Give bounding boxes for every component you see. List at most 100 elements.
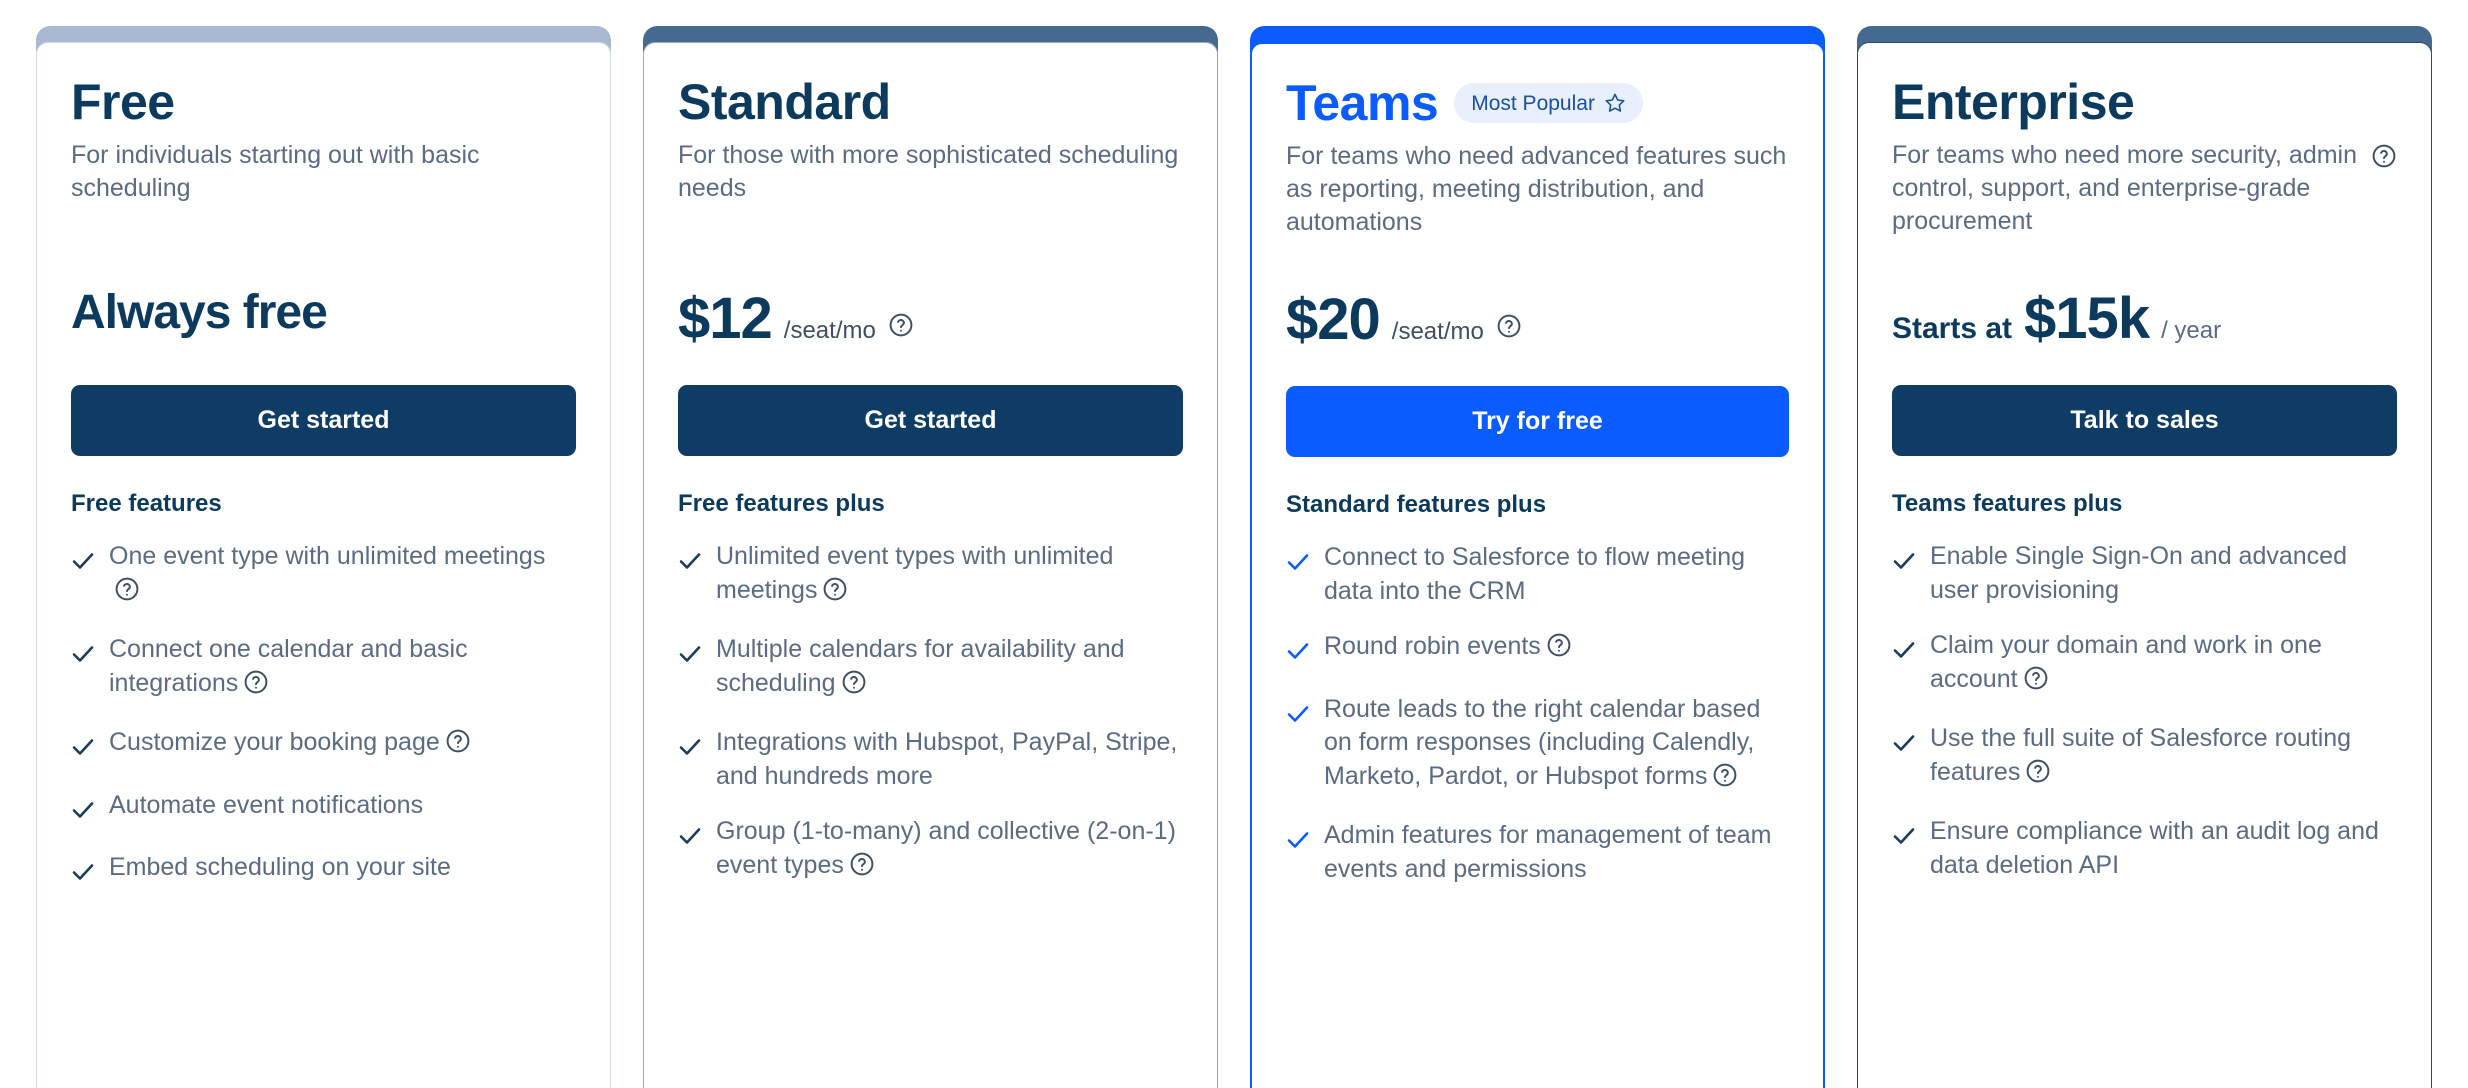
plan-price: $12/seat/mo	[678, 285, 1183, 355]
plan-description: For teams who need advanced features suc…	[1286, 140, 1789, 244]
features-list: One event type with unlimited meetings Co…	[71, 540, 576, 892]
help-circle-icon[interactable]	[445, 728, 471, 764]
help-circle-icon[interactable]	[1712, 762, 1738, 798]
help-circle-icon[interactable]	[114, 576, 140, 612]
feature-item: One event type with unlimited meetings	[71, 540, 576, 611]
feature-item: Multiple calendars for availability and …	[678, 633, 1183, 704]
price-unit: / year	[2161, 317, 2222, 344]
check-icon	[678, 547, 702, 581]
help-circle-icon[interactable]	[1546, 632, 1572, 668]
plan-description: For teams who need more security, admin …	[1892, 139, 2397, 243]
feature-label: One event type with unlimited meetings	[109, 542, 546, 570]
feature-item: Route leads to the right calendar based …	[1286, 693, 1789, 798]
cta-teams-button[interactable]: Try for free	[1286, 386, 1789, 457]
feature-label: Enable Single Sign-On and advanced user …	[1930, 542, 2347, 604]
check-icon	[71, 796, 95, 830]
feature-label: Claim your domain and work in one accoun…	[1930, 631, 2322, 693]
plan-description-text: For teams who need more security, admin …	[1892, 141, 2358, 235]
plan-price: Always free	[71, 285, 576, 355]
price-unit: /seat/mo	[1391, 318, 1484, 345]
check-icon	[1892, 636, 1916, 670]
check-icon	[1892, 547, 1916, 581]
plan-name: Free	[71, 74, 175, 130]
feature-text: Admin features for management of team ev…	[1324, 819, 1789, 886]
help-circle-icon[interactable]	[243, 669, 269, 705]
feature-item: Enable Single Sign-On and advanced user …	[1892, 540, 2397, 607]
plan-name: Standard	[678, 74, 891, 130]
star-icon	[1604, 92, 1626, 114]
help-circle-icon[interactable]	[849, 851, 875, 887]
plan-description-text: For teams who need advanced features suc…	[1286, 142, 1787, 236]
check-icon	[678, 822, 702, 856]
plan-header: Enterprise	[1892, 71, 2397, 133]
price-amount: Always free	[71, 286, 328, 339]
feature-label: Connect one calendar and basic integrati…	[109, 635, 468, 697]
check-icon	[678, 733, 702, 767]
feature-label: Round robin events	[1324, 632, 1541, 660]
cta-free-button[interactable]: Get started	[71, 385, 576, 456]
feature-label: Admin features for management of team ev…	[1324, 821, 1772, 883]
most-popular-badge: Most Popular	[1454, 83, 1643, 123]
plan-description: For those with more sophisticated schedu…	[678, 139, 1183, 243]
feature-text: Connect one calendar and basic integrati…	[109, 633, 576, 704]
feature-text: Integrations with Hubspot, PayPal, Strip…	[716, 726, 1183, 793]
plan-description-text: For those with more sophisticated schedu…	[678, 141, 1179, 202]
price-amount: $20	[1286, 287, 1381, 352]
plan-card-body: Teams Most Popular For teams who need adva…	[1250, 42, 1825, 1088]
price-amount: $12	[678, 286, 773, 351]
features-title: Standard features plus	[1286, 491, 1547, 518]
feature-label: Ensure compliance with an audit log and …	[1930, 817, 2379, 879]
plan-card-body: Free For individuals starting out with ba…	[36, 42, 611, 1088]
pricing-plans-grid: Free For individuals starting out with ba…	[0, 0, 2468, 1088]
feature-label: Customize your booking page	[109, 728, 440, 756]
check-icon	[71, 640, 95, 674]
plan-header: Free	[71, 71, 576, 133]
feature-item: Embed scheduling on your site	[71, 851, 576, 892]
feature-text: Automate event notifications	[109, 789, 576, 823]
features-list: Connect to Salesforce to flow meeting da…	[1286, 541, 1789, 886]
feature-item: Unlimited event types with unlimited mee…	[678, 540, 1183, 611]
plan-description-text: For individuals starting out with basic …	[71, 141, 480, 202]
feature-item: Integrations with Hubspot, PayPal, Strip…	[678, 726, 1183, 793]
feature-text: Route leads to the right calendar based …	[1324, 693, 1789, 798]
features-title: Free features plus	[678, 490, 885, 517]
help-circle-icon[interactable]	[841, 669, 867, 705]
help-circle-icon[interactable]	[1496, 313, 1522, 344]
help-circle-icon[interactable]	[2025, 758, 2051, 794]
check-icon	[1286, 548, 1310, 582]
feature-label: Multiple calendars for availability and …	[716, 635, 1125, 697]
features-title: Teams features plus	[1892, 490, 2123, 517]
cta-enterprise-button[interactable]: Talk to sales	[1892, 385, 2397, 456]
feature-item: Customize your booking page	[71, 726, 576, 767]
features-list: Unlimited event types with unlimited mee…	[678, 540, 1183, 886]
plan-name: Enterprise	[1892, 74, 2135, 130]
feature-label: Integrations with Hubspot, PayPal, Strip…	[716, 728, 1178, 790]
help-circle-icon[interactable]	[888, 312, 914, 343]
feature-text: Embed scheduling on your site	[109, 851, 576, 885]
feature-item: Connect to Salesforce to flow meeting da…	[1286, 541, 1789, 608]
check-icon	[1892, 822, 1916, 856]
plan-header: Standard	[678, 71, 1183, 133]
price-amount: $15k	[2024, 286, 2150, 351]
feature-text: Multiple calendars for availability and …	[716, 633, 1183, 704]
feature-text: Unlimited event types with unlimited mee…	[716, 540, 1183, 611]
help-circle-icon[interactable]	[2371, 143, 2397, 178]
feature-item: Group (1-to-many) and collective (2-on-1…	[678, 815, 1183, 886]
help-circle-icon[interactable]	[822, 576, 848, 612]
cta-standard-button[interactable]: Get started	[678, 385, 1183, 456]
plan-description: For individuals starting out with basic …	[71, 139, 576, 243]
help-circle-icon[interactable]	[2023, 665, 2049, 701]
feature-label: Unlimited event types with unlimited mee…	[716, 542, 1114, 604]
plan-card-body: Standard For those with more sophisticate…	[643, 42, 1218, 1088]
feature-text: Round robin events	[1324, 630, 1789, 668]
feature-label: Group (1-to-many) and collective (2-on-1…	[716, 817, 1176, 879]
feature-item: Admin features for management of team ev…	[1286, 819, 1789, 886]
plan-card-enterprise: Enterprise For teams who need more securi…	[1857, 26, 2432, 1088]
feature-text: Ensure compliance with an audit log and …	[1930, 815, 2397, 882]
check-icon	[1892, 729, 1916, 763]
check-icon	[678, 640, 702, 674]
check-icon	[1286, 637, 1310, 671]
plan-price: Starts at $15k / year	[1892, 285, 2397, 355]
feature-item: Use the full suite of Salesforce routing…	[1892, 722, 2397, 793]
plan-price: $20/seat/mo	[1286, 286, 1789, 356]
